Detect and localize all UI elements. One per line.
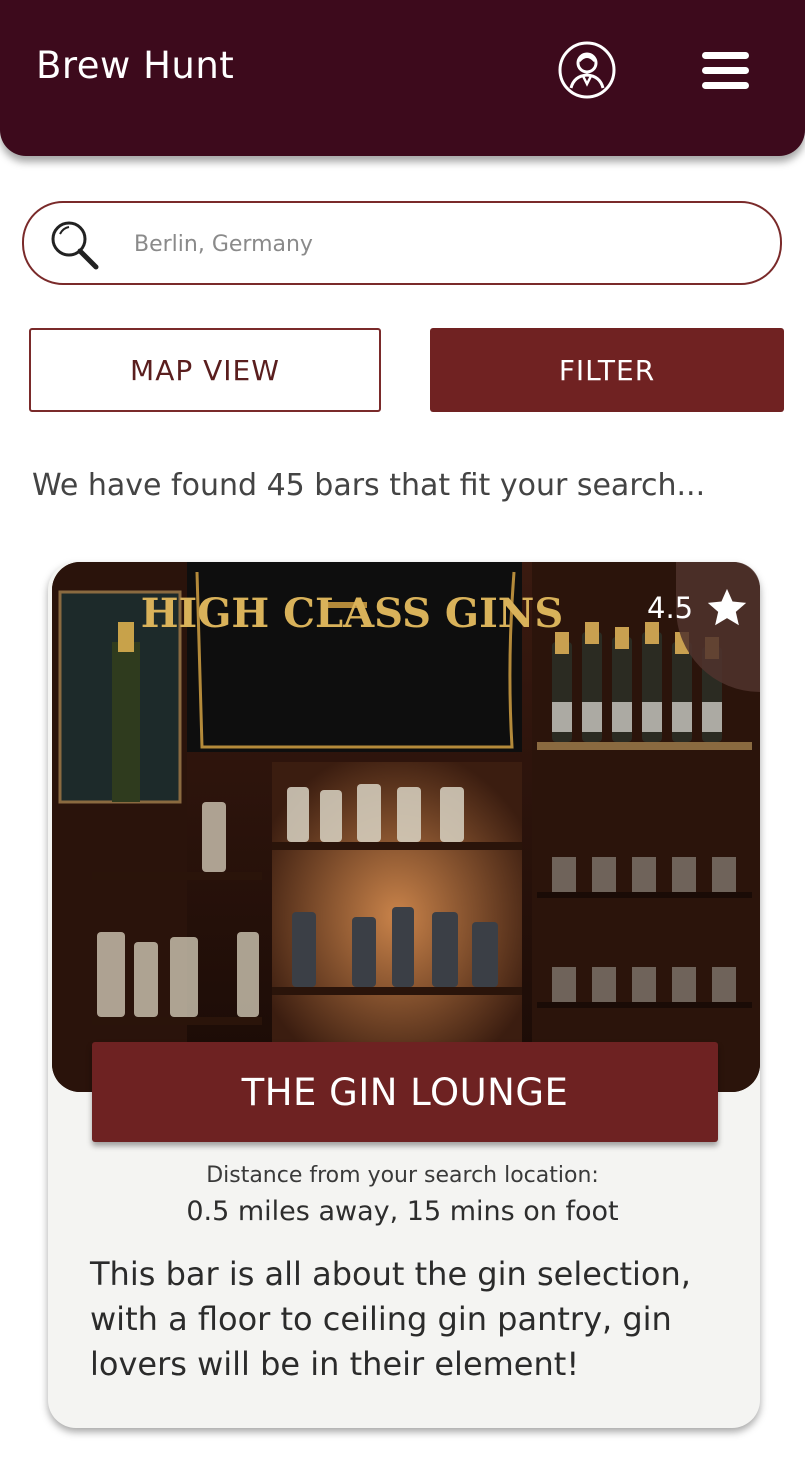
rating-value: 4.5	[647, 591, 694, 625]
bar-image[interactable]: HIGH CLASS GINS	[52, 562, 760, 1092]
app-header: Brew Hunt	[0, 0, 805, 156]
hamburger-menu-icon[interactable]	[700, 48, 752, 92]
search-input[interactable]	[132, 221, 736, 267]
results-summary: We have found 45 bars that fit your sear…	[32, 468, 706, 503]
bar-description: This bar is all about the gin selection,…	[90, 1255, 691, 1383]
search-bar[interactable]	[22, 201, 782, 285]
distance-value: 0.5 miles away, 15 mins on foot	[186, 1196, 619, 1227]
bar-name[interactable]: THE GIN LOUNGE	[92, 1042, 718, 1142]
map-view-button[interactable]: MAP VIEW	[29, 328, 381, 412]
profile-icon[interactable]	[557, 40, 617, 100]
app-title: Brew Hunt	[36, 44, 235, 87]
search-icon	[48, 218, 104, 274]
sign-line-1: HIGH CLASS GINS	[141, 590, 564, 637]
filter-button[interactable]: FILTER	[430, 328, 784, 412]
distance-label: Distance from your search location:	[206, 1163, 599, 1188]
star-icon	[704, 585, 750, 631]
